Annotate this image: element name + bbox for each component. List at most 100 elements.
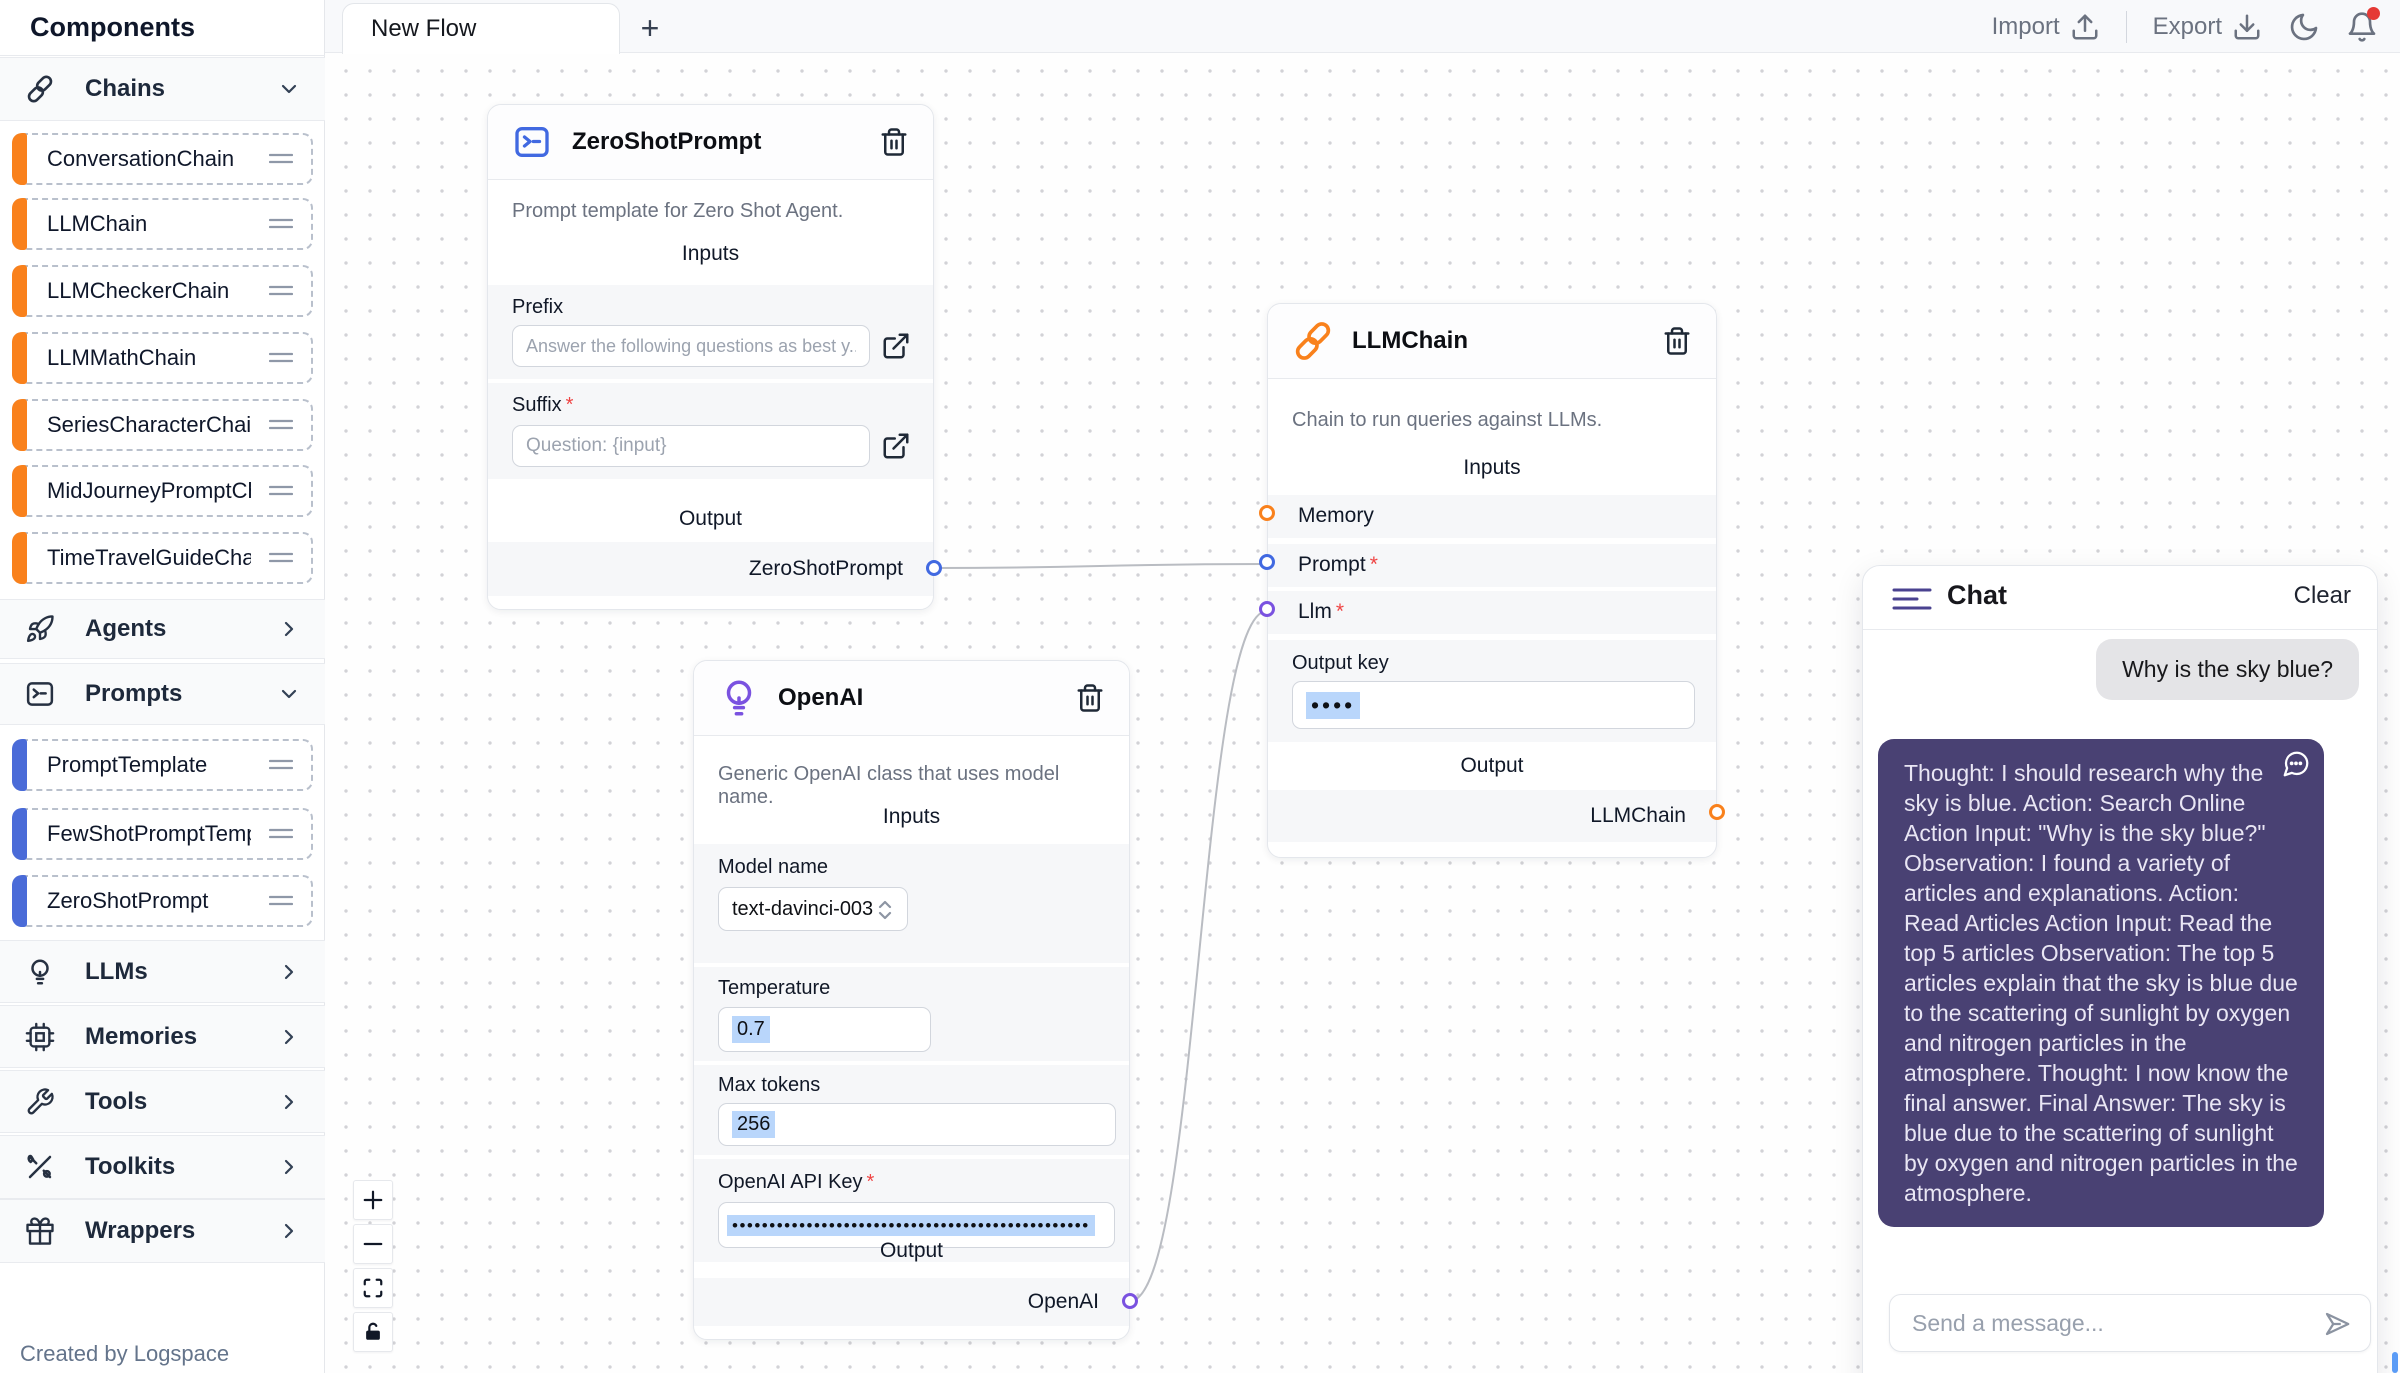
external-link-icon[interactable] (881, 331, 911, 361)
node-zeroshotprompt[interactable]: ZeroShotPrompt Prompt template for Zero … (487, 104, 934, 610)
field-label: Max tokens (718, 1074, 820, 1097)
terminal-icon (512, 122, 552, 162)
drag-handle-icon[interactable] (269, 418, 293, 432)
export-label: Export (2153, 13, 2222, 41)
zoom-in-button[interactable] (353, 1180, 393, 1220)
drag-handle-icon[interactable] (269, 551, 293, 565)
lightbulb-icon (25, 957, 55, 987)
fit-view-button[interactable] (353, 1268, 393, 1308)
node-header[interactable]: OpenAI (694, 661, 1129, 736)
field-row-temperature: Temperature 0.7 (694, 967, 1129, 1061)
tab-new-flow[interactable]: New Flow (342, 3, 620, 54)
component-item-seriescharacterchain[interactable]: SeriesCharacterChain (12, 399, 313, 451)
drag-handle-icon[interactable] (269, 758, 293, 772)
sidebar-section-chains[interactable]: Chains (0, 57, 325, 121)
add-tab-button[interactable]: + (630, 8, 670, 48)
sidebar-section-memories[interactable]: Memories (0, 1005, 325, 1068)
handle-llm-input[interactable] (1259, 601, 1275, 617)
field-row-suffix: Suffix* Question: {input} (488, 383, 933, 479)
component-item-zeroshotprompt[interactable]: ZeroShotPrompt (12, 875, 313, 927)
chat-message-input[interactable]: Send a message... (1889, 1294, 2371, 1352)
sidebar-section-tools[interactable]: Tools (0, 1070, 325, 1133)
output-name: ZeroShotPrompt (749, 557, 903, 581)
component-item-llmmathchain[interactable]: LLMMathChain (12, 332, 313, 384)
dark-mode-toggle[interactable] (2288, 11, 2320, 43)
sidebar-section-agents[interactable]: Agents (0, 599, 325, 659)
item-color-tab (12, 133, 27, 185)
node-header[interactable]: ZeroShotPrompt (488, 105, 933, 180)
output-section-title: Output (694, 1239, 1129, 1263)
node-openai[interactable]: OpenAI Generic OpenAI class that uses mo… (693, 660, 1130, 1340)
section-label: Chains (85, 75, 165, 103)
masked-value: ••••••••••••••••••••••••••••••••••••••••… (727, 1215, 1095, 1236)
output-name: LLMChain (1590, 804, 1686, 828)
upload-icon (2070, 12, 2100, 42)
handle-openai-output[interactable] (1122, 1293, 1138, 1309)
delete-node-button[interactable] (1075, 683, 1105, 713)
item-color-tab (12, 198, 27, 250)
component-item-fewshotprompttemplate[interactable]: FewShotPromptTempla... (12, 808, 313, 860)
import-button[interactable]: Import (1992, 12, 2100, 42)
sidebar-section-wrappers[interactable]: Wrappers (0, 1199, 325, 1263)
component-item-conversationchain[interactable]: ConversationChain (12, 133, 313, 185)
prefix-input[interactable]: Answer the following questions as best y… (512, 325, 870, 367)
chat-input-placeholder: Send a message... (1912, 1310, 2104, 1337)
input-label: Llm* (1298, 600, 1344, 624)
max-tokens-input[interactable]: 256 (718, 1103, 1116, 1146)
handle-llmchain-output[interactable] (1709, 804, 1725, 820)
node-header[interactable]: LLMChain (1268, 304, 1716, 379)
lightbulb-icon (718, 677, 760, 719)
temperature-input[interactable]: 0.7 (718, 1007, 931, 1052)
drag-handle-icon[interactable] (269, 217, 293, 231)
output-key-input[interactable]: •••• (1292, 681, 1695, 729)
handle-memory-input[interactable] (1259, 505, 1275, 521)
delete-node-button[interactable] (879, 127, 909, 157)
field-label: Temperature (718, 977, 830, 1000)
handle-prompt-input[interactable] (1259, 554, 1275, 570)
wrench-icon (25, 1087, 55, 1117)
zoom-out-button[interactable] (353, 1224, 393, 1264)
handle-zeroshotprompt-output[interactable] (926, 560, 942, 576)
output-row: OpenAI (694, 1278, 1129, 1326)
node-llmchain[interactable]: LLMChain Chain to run queries against LL… (1267, 303, 1717, 858)
item-color-tab (12, 265, 27, 317)
model-name-select[interactable]: text-davinci-003 (718, 887, 908, 931)
item-color-tab (12, 875, 27, 927)
sidebar-section-prompts[interactable]: Prompts (0, 663, 325, 725)
component-item-timetravelguidechain[interactable]: TimeTravelGuideChain (12, 532, 313, 584)
node-description: Generic OpenAI class that uses model nam… (718, 763, 1105, 809)
component-item-llmchain[interactable]: LLMChain (12, 198, 313, 250)
drag-handle-icon[interactable] (269, 152, 293, 166)
component-item-llmcheckerchain[interactable]: LLMCheckerChain (12, 265, 313, 317)
scrollbar[interactable] (2392, 1352, 2398, 1373)
component-item-prompttemplate[interactable]: PromptTemplate (12, 739, 313, 791)
component-item-midjourneypromptchain[interactable]: MidJourneyPromptChain (12, 465, 313, 517)
chain-icon (1292, 320, 1334, 362)
drag-handle-icon[interactable] (269, 827, 293, 841)
field-label: Suffix* (512, 394, 573, 417)
inputs-section-title: Inputs (1268, 456, 1716, 480)
drag-handle-icon[interactable] (269, 284, 293, 298)
export-button[interactable]: Export (2153, 12, 2262, 42)
drag-handle-icon[interactable] (269, 484, 293, 498)
section-label: Agents (85, 615, 166, 643)
field-row-max-tokens: Max tokens 256 (694, 1065, 1129, 1155)
external-link-icon[interactable] (881, 431, 911, 461)
lock-button[interactable] (353, 1312, 393, 1352)
notifications-button[interactable] (2346, 11, 2378, 43)
field-label: Output key (1292, 652, 1389, 675)
gift-icon (25, 1216, 55, 1246)
item-color-tab (12, 532, 27, 584)
suffix-input[interactable]: Question: {input} (512, 425, 870, 467)
drag-handle-icon[interactable] (269, 351, 293, 365)
sidebar-section-llms[interactable]: LLMs (0, 940, 325, 1003)
send-icon[interactable] (2322, 1309, 2352, 1339)
section-label: LLMs (85, 958, 148, 986)
section-label: Tools (85, 1088, 147, 1116)
clear-chat-button[interactable]: Clear (2294, 582, 2351, 610)
drag-handle-icon[interactable] (269, 894, 293, 908)
sidebar-section-toolkits[interactable]: Toolkits (0, 1135, 325, 1199)
chat-thoughts-toggle-icon[interactable] (1891, 585, 1933, 613)
delete-node-button[interactable] (1662, 326, 1692, 356)
components-sidebar: Components Chains ConversationChain LLMC… (0, 0, 325, 1373)
